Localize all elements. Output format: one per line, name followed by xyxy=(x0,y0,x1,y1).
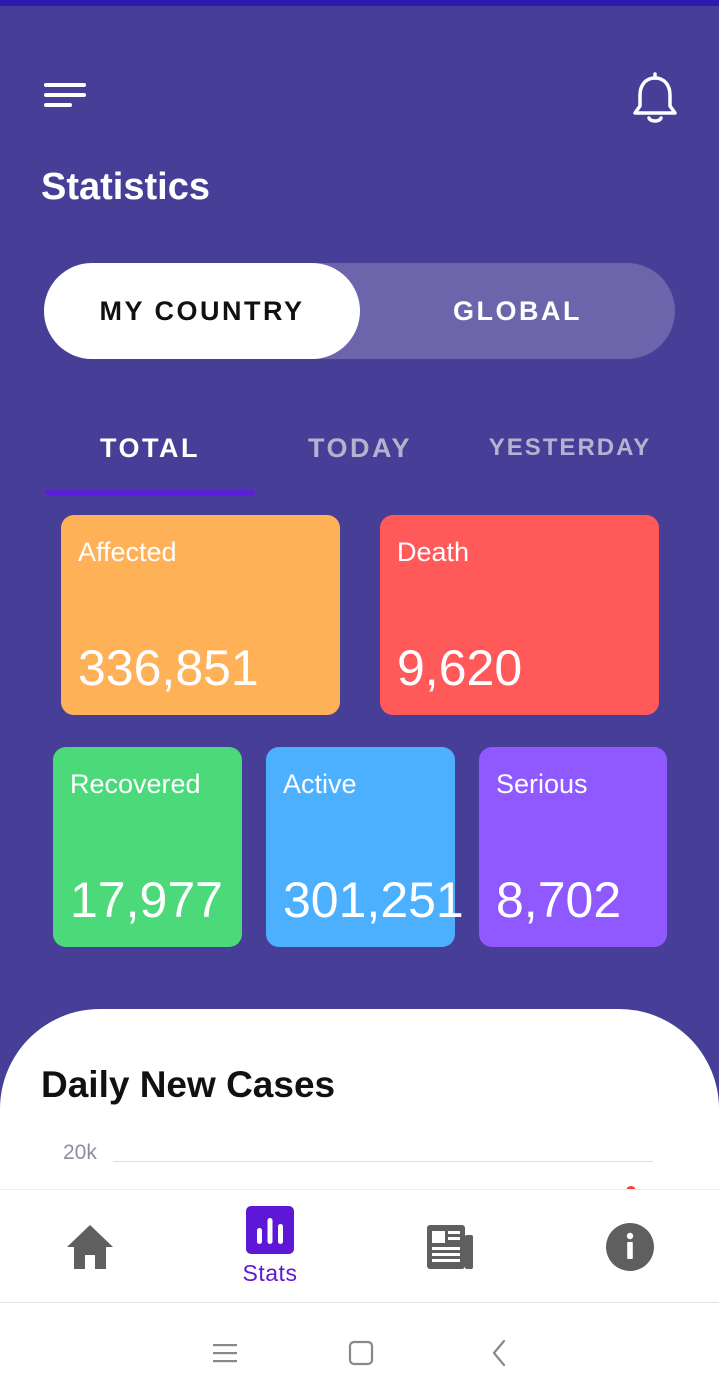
global-toggle[interactable]: GLOBAL xyxy=(360,263,675,359)
menu-icon-bottom-line xyxy=(44,103,72,107)
home-icon xyxy=(67,1224,113,1269)
system-recents-button[interactable] xyxy=(201,1329,249,1377)
notification-button[interactable] xyxy=(628,72,682,128)
info-icon xyxy=(606,1222,654,1271)
y-axis-tick-label: 20k xyxy=(63,1141,97,1164)
tab-total[interactable]: TOTAL xyxy=(45,428,255,468)
nav-stats[interactable]: Stats xyxy=(220,1190,320,1303)
death-value: 9,620 xyxy=(397,640,523,696)
serious-value: 8,702 xyxy=(496,872,622,928)
recovered-card: Recovered 17,977 xyxy=(53,747,242,947)
tab-yesterday[interactable]: YESTERDAY xyxy=(465,428,675,468)
chart-gridline xyxy=(113,1161,653,1162)
active-card: Active 301,251 xyxy=(266,747,464,947)
system-back-button[interactable] xyxy=(475,1329,523,1377)
home-square-icon xyxy=(348,1340,374,1366)
recents-icon xyxy=(213,1344,237,1363)
affected-value: 336,851 xyxy=(78,640,259,696)
nav-news[interactable] xyxy=(400,1190,500,1303)
serious-label: Serious xyxy=(496,769,588,799)
menu-icon xyxy=(44,83,86,87)
nav-stats-label: Stats xyxy=(242,1260,298,1286)
daily-cases-title: Daily New Cases xyxy=(41,1064,336,1105)
recovered-value: 17,977 xyxy=(70,872,223,928)
menu-button[interactable] xyxy=(40,78,90,112)
newspaper-icon xyxy=(427,1224,473,1269)
serious-card: Serious 8,702 xyxy=(479,747,667,947)
my-country-toggle[interactable]: MY COUNTRY xyxy=(44,263,360,359)
active-value: 301,251 xyxy=(283,872,464,928)
nav-info[interactable] xyxy=(580,1190,680,1303)
bottom-navigation: Stats xyxy=(0,1189,719,1302)
death-label: Death xyxy=(397,537,470,567)
bell-icon xyxy=(633,72,677,123)
region-toggle: MY COUNTRY GLOBAL xyxy=(44,263,675,359)
nav-home[interactable] xyxy=(40,1190,140,1303)
death-card: Death 9,620 xyxy=(380,515,659,715)
affected-label: Affected xyxy=(78,537,177,567)
bar-chart-icon xyxy=(246,1206,294,1254)
system-home-button[interactable] xyxy=(337,1329,385,1377)
tab-today[interactable]: TODAY xyxy=(255,428,465,468)
system-navigation-bar xyxy=(0,1302,719,1398)
affected-card: Affected 336,851 xyxy=(61,515,340,715)
page-title: Statistics xyxy=(41,166,210,208)
active-label: Active xyxy=(283,769,357,799)
recovered-label: Recovered xyxy=(70,769,201,799)
back-icon xyxy=(492,1339,506,1367)
menu-icon-middle-line xyxy=(44,93,86,97)
tab-active-indicator xyxy=(45,490,255,495)
